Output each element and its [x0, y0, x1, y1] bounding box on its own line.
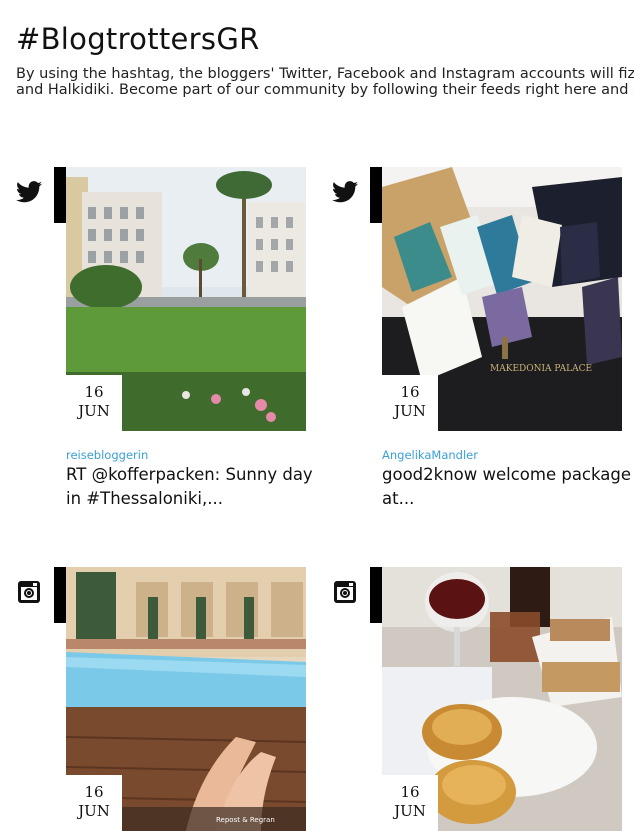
post-day: 16: [400, 783, 420, 801]
post-day: 16: [84, 783, 104, 801]
post-date: 16 JUN: [66, 375, 122, 431]
post-author[interactable]: reisebloggerin: [66, 448, 148, 462]
intro-line: By using the hashtag, the bloggers' Twit…: [16, 66, 634, 82]
post-text[interactable]: RT @kofferpacken: Sunny day in #Thessalo…: [66, 463, 316, 511]
instagram-icon[interactable]: [16, 579, 42, 605]
photo-caption: MAKEDONIA PALACE: [490, 364, 592, 374]
post-month: JUN: [394, 402, 426, 420]
page-title: #BlogtrottersGR: [16, 22, 260, 56]
post-author[interactable]: AngelikaMandler: [382, 448, 478, 462]
page-intro: By using the hashtag, the bloggers' Twit…: [16, 66, 634, 98]
twitter-icon[interactable]: [16, 179, 42, 205]
accent-bar: [54, 567, 66, 623]
post-date: 16 JUN: [66, 775, 122, 831]
accent-bar: [54, 167, 66, 223]
twitter-icon[interactable]: [332, 179, 358, 205]
intro-line: and Halkidiki. Become part of our commun…: [16, 82, 634, 98]
post-text[interactable]: good2know welcome package at...: [382, 463, 632, 511]
repost-caption: Repost & Regran: [216, 816, 275, 824]
post-month: JUN: [394, 802, 426, 820]
post-day: 16: [84, 383, 104, 401]
instagram-icon[interactable]: [332, 579, 358, 605]
accent-bar: [370, 167, 382, 223]
accent-bar: [370, 567, 382, 623]
post-day: 16: [400, 383, 420, 401]
post-date: 16 JUN: [382, 775, 438, 831]
post-date: 16 JUN: [382, 375, 438, 431]
post-month: JUN: [78, 802, 110, 820]
post-month: JUN: [78, 402, 110, 420]
